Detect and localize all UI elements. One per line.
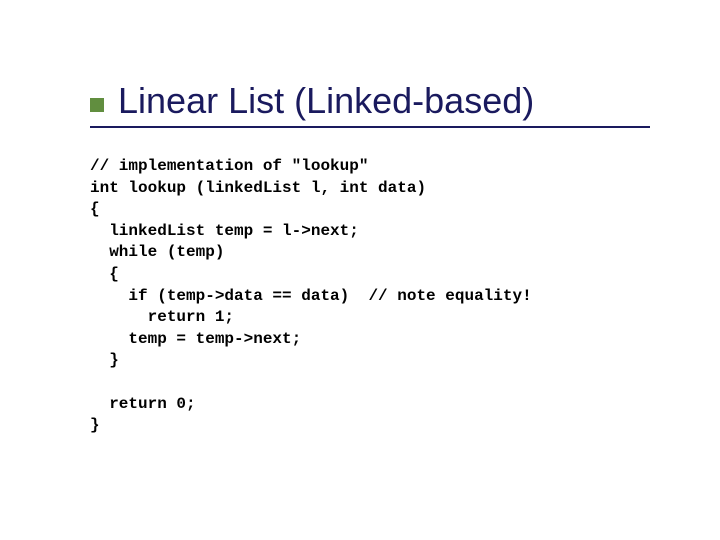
title-underline bbox=[90, 126, 650, 128]
title-row: Linear List (Linked-based) bbox=[90, 80, 660, 122]
bullet-icon bbox=[90, 98, 104, 112]
code-block: // implementation of "lookup" int lookup… bbox=[90, 156, 660, 437]
slide-title: Linear List (Linked-based) bbox=[118, 80, 534, 122]
